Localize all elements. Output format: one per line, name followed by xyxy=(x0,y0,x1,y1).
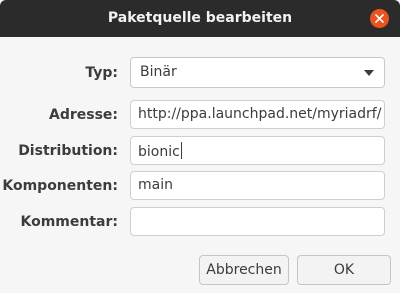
edit-source-dialog: Paketquelle bearbeiten Typ: Binär Adress… xyxy=(0,0,400,293)
address-label: Adresse: xyxy=(48,107,118,123)
components-label: Komponenten: xyxy=(2,178,118,194)
address-field[interactable]: http://ppa.launchpad.net/myriadrf/ xyxy=(130,100,385,129)
components-field[interactable]: main xyxy=(130,171,385,200)
distribution-field[interactable]: bionic xyxy=(130,136,385,165)
type-selected-value: Binär xyxy=(140,64,177,80)
type-combobox[interactable]: Binär xyxy=(130,57,385,88)
distribution-value: bionic xyxy=(138,144,180,160)
comment-label: Kommentar: xyxy=(20,214,118,230)
dialog-title: Paketquelle bearbeiten xyxy=(107,10,293,26)
cancel-button[interactable]: Abbrechen xyxy=(199,255,289,285)
distribution-label: Distribution: xyxy=(18,143,118,159)
close-icon xyxy=(375,14,384,23)
comment-field[interactable] xyxy=(130,207,385,236)
ok-button[interactable]: OK xyxy=(297,255,391,285)
type-label: Typ: xyxy=(85,65,118,81)
close-button[interactable] xyxy=(370,9,389,28)
distribution-value-wrap: bionic xyxy=(138,142,182,160)
address-value: http://ppa.launchpad.net/myriadrf/ xyxy=(138,106,382,122)
text-cursor xyxy=(180,142,182,159)
dropdown-arrow-icon xyxy=(364,70,374,76)
components-value: main xyxy=(138,177,173,193)
title-bar[interactable]: Paketquelle bearbeiten xyxy=(0,0,400,37)
